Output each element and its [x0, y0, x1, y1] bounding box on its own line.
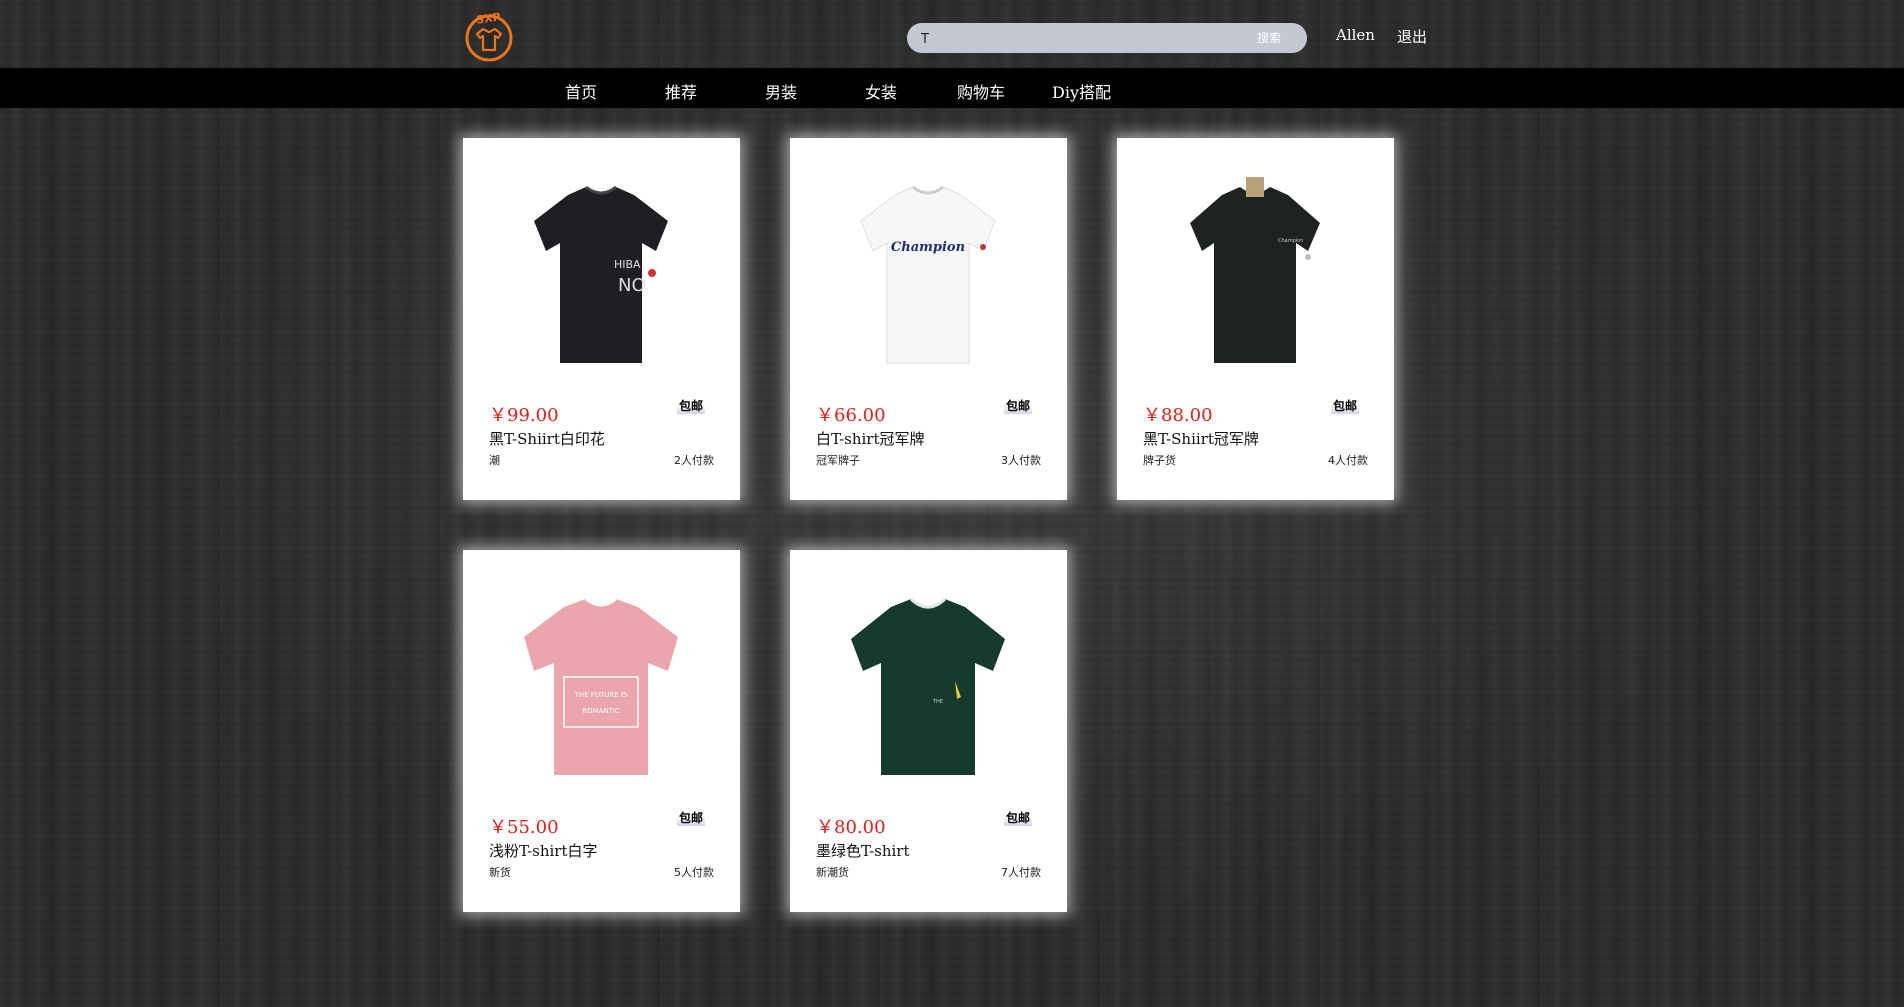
product-name[interactable]: 白T-shirt冠军牌: [816, 428, 925, 449]
product-card[interactable]: HIBA NO ￥99.00 包邮 黑T-Shiirt白印花 潮 2人付款: [463, 138, 740, 500]
product-card[interactable]: Champion ￥88.00 包邮 黑T-Shiirt冠军牌 牌子货 4人付款: [1117, 138, 1394, 500]
free-shipping-badge: 包邮: [1004, 809, 1033, 826]
nav-recommend[interactable]: 推荐: [665, 79, 697, 103]
main-nav: 首页 推荐 男装 女装 购物车 Diy搭配: [0, 68, 1904, 108]
username-link[interactable]: Allen: [1336, 26, 1375, 44]
nav-men[interactable]: 男装: [765, 79, 797, 103]
product-image[interactable]: THE FUTURE IS ROMANTIC: [506, 585, 696, 785]
svg-text:Champion: Champion: [1278, 238, 1303, 244]
svg-text:NO: NO: [618, 275, 646, 296]
product-tag: 新潮货: [816, 866, 849, 879]
svg-text:THE: THE: [932, 699, 943, 705]
search-box: 搜索: [907, 23, 1307, 53]
product-price: ￥55.00: [489, 817, 559, 838]
svg-text:THE FUTURE IS: THE FUTURE IS: [574, 691, 628, 699]
sales-count: 3人付款: [1001, 454, 1041, 467]
sales-count: 5人付款: [674, 866, 714, 879]
free-shipping-badge: 包邮: [677, 397, 706, 414]
free-shipping-badge: 包邮: [677, 809, 706, 826]
product-tag: 潮: [489, 454, 500, 467]
product-name[interactable]: 黑T-Shiirt冠军牌: [1143, 428, 1259, 449]
product-card[interactable]: Champion ￥66.00 包邮 白T-shirt冠军牌 冠军牌子 3人付款: [790, 138, 1067, 500]
product-image[interactable]: Champion: [833, 173, 1023, 373]
product-name[interactable]: 浅粉T-shirt白字: [489, 840, 598, 861]
product-image[interactable]: HIBA NO: [506, 173, 696, 373]
search-input[interactable]: [919, 27, 1223, 51]
svg-text:ROMANTIC: ROMANTIC: [582, 707, 620, 715]
product-image[interactable]: Champion: [1160, 173, 1350, 373]
product-price: ￥88.00: [1143, 405, 1213, 426]
product-price: ￥66.00: [816, 405, 886, 426]
product-price: ￥80.00: [816, 817, 886, 838]
sales-count: 2人付款: [674, 454, 714, 467]
product-card[interactable]: THE ￥80.00 包邮 墨绿色T-shirt 新潮货 7人付款: [790, 550, 1067, 912]
product-card[interactable]: THE FUTURE IS ROMANTIC ￥55.00 包邮 浅粉T-shi…: [463, 550, 740, 912]
product-tag: 冠军牌子: [816, 454, 860, 467]
logo-icon[interactable]: SXP: [462, 10, 516, 62]
product-name[interactable]: 墨绿色T-shirt: [816, 840, 910, 861]
product-tag: 牌子货: [1143, 454, 1176, 467]
logout-link[interactable]: 退出: [1397, 26, 1427, 47]
nav-home[interactable]: 首页: [565, 79, 597, 103]
nav-cart[interactable]: 购物车: [957, 79, 1005, 103]
nav-women[interactable]: 女装: [865, 79, 897, 103]
top-bar: SXP 搜索 Allen 退出: [0, 0, 1904, 68]
product-price: ￥99.00: [489, 405, 559, 426]
product-image[interactable]: THE: [833, 585, 1023, 785]
product-tag: 新货: [489, 866, 511, 879]
logo-text: SXP: [475, 10, 501, 26]
free-shipping-badge: 包邮: [1004, 397, 1033, 414]
nav-diy[interactable]: Diy搭配: [1052, 79, 1111, 103]
print-text: Champion: [891, 240, 965, 255]
product-name[interactable]: 黑T-Shiirt白印花: [489, 428, 605, 449]
sales-count: 4人付款: [1328, 454, 1368, 467]
print-text: HIBA: [614, 258, 641, 271]
sales-count: 7人付款: [1001, 866, 1041, 879]
search-button[interactable]: 搜索: [1257, 29, 1281, 46]
free-shipping-badge: 包邮: [1331, 397, 1360, 414]
